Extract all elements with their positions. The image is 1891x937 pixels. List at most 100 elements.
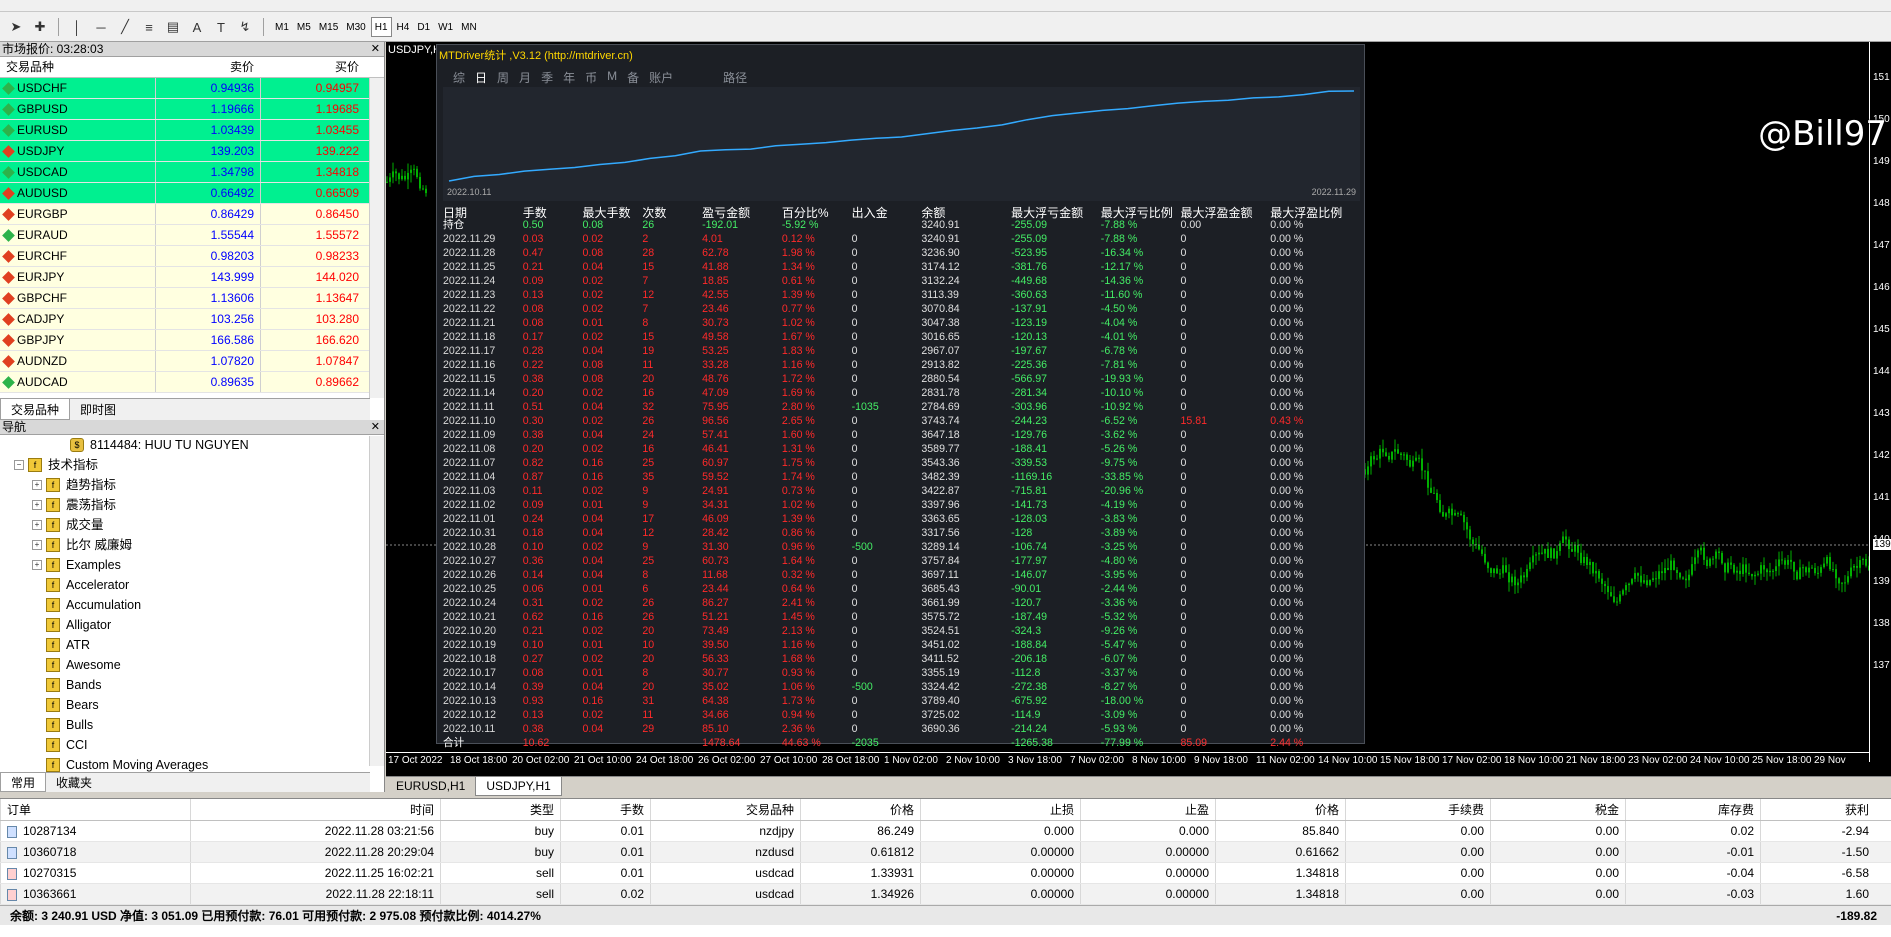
tab-eurusd-chart[interactable]: EURUSD,H1 (386, 777, 475, 796)
stats-tab[interactable]: 币 (585, 69, 597, 86)
tab-symbols[interactable]: 交易品种 (0, 399, 71, 420)
market-watch-row[interactable]: AUDUSD 0.66492 0.66509 (0, 183, 384, 204)
stats-tab[interactable]: 路径 (723, 69, 747, 86)
market-watch-scrollbar[interactable] (369, 78, 384, 398)
orders-column-header[interactable]: 止损 (920, 799, 1080, 820)
bid-column-header[interactable]: 卖价 (155, 57, 260, 77)
timeframe-button-m1[interactable]: M1 (272, 17, 292, 37)
navigator-item[interactable]: f Bands (0, 675, 384, 695)
text-label-icon[interactable]: T (211, 17, 231, 37)
market-watch-row[interactable]: USDCAD 1.34798 1.34818 (0, 162, 384, 183)
candle-body (1514, 576, 1516, 586)
orders-column-header[interactable]: 手数 (560, 799, 650, 820)
market-watch-row[interactable]: EURUSD 1.03439 1.03455 (0, 120, 384, 141)
text-icon[interactable]: A (187, 17, 207, 37)
navigator-item[interactable]: − f 技术指标 (0, 455, 384, 475)
orders-column-header[interactable]: 手续费 (1345, 799, 1490, 820)
fibonacci-icon[interactable]: ▤ (163, 17, 183, 37)
timeframe-button-m30[interactable]: M30 (343, 17, 368, 37)
market-watch-row[interactable]: EURCHF 0.98203 0.98233 (0, 246, 384, 267)
stats-tab[interactable]: 年 (563, 69, 575, 86)
navigator-item[interactable]: + f 比尔 威廉姆 (0, 535, 384, 555)
market-watch-row[interactable]: AUDCAD 0.89635 0.89662 (0, 372, 384, 393)
navigator-item[interactable]: f Awesome (0, 655, 384, 675)
stats-tab[interactable]: 季 (541, 69, 553, 86)
order-row[interactable]: 10363661 2022.11.28 22:18:11 sell 0.02 usdca… (0, 884, 1891, 905)
navigator-item[interactable]: f Bulls (0, 715, 384, 735)
navigator-item[interactable]: f CCI (0, 735, 384, 755)
orders-column-header[interactable]: 价格 (800, 799, 920, 820)
close-icon[interactable]: ✕ (371, 42, 380, 57)
stats-cell: 20 (642, 653, 655, 665)
expand-icon[interactable]: + (32, 560, 42, 570)
market-watch-row[interactable]: GBPJPY 166.586 166.620 (0, 330, 384, 351)
orders-column-header[interactable]: 税金 (1490, 799, 1625, 820)
market-watch-row[interactable]: EURAUD 1.55544 1.55572 (0, 225, 384, 246)
tab-common[interactable]: 常用 (0, 773, 47, 792)
stats-tab[interactable]: 备 (627, 69, 639, 86)
navigator-item[interactable]: + f Examples (0, 555, 384, 575)
expand-icon[interactable]: + (32, 540, 42, 550)
navigator-item[interactable]: + f 趋势指标 (0, 475, 384, 495)
arrow-icon[interactable]: ↯ (235, 17, 255, 37)
timeframe-button-d1[interactable]: D1 (414, 17, 433, 37)
orders-column-header[interactable]: 时间 (190, 799, 440, 820)
stats-tab[interactable]: 日 (475, 69, 487, 86)
market-watch-row[interactable]: GBPCHF 1.13606 1.13647 (0, 288, 384, 309)
market-watch-row[interactable]: CADJPY 103.256 103.280 (0, 309, 384, 330)
expand-icon[interactable]: + (32, 480, 42, 490)
horizontal-line-icon[interactable]: ─ (91, 17, 111, 37)
navigator-item[interactable]: f ATR (0, 635, 384, 655)
timeframe-button-w1[interactable]: W1 (435, 17, 456, 37)
orders-column-header[interactable]: 订单 (0, 799, 190, 820)
timeframe-button-h1[interactable]: H1 (370, 17, 392, 37)
order-row[interactable]: 10360718 2022.11.28 20:29:04 buy 0.01 nzdusd… (0, 842, 1891, 863)
market-watch-row[interactable]: GBPUSD 1.19666 1.19685 (0, 99, 384, 120)
tab-usdjpy-chart[interactable]: USDJPY,H1 (475, 777, 562, 796)
market-watch-row[interactable]: EURJPY 143.999 144.020 (0, 267, 384, 288)
market-watch-row[interactable]: USDJPY 139.203 139.222 (0, 141, 384, 162)
tab-tick-chart[interactable]: 即时图 (70, 399, 126, 420)
stats-tab[interactable]: 月 (519, 69, 531, 86)
account-item[interactable]: $ 8114484: HUU TU NGUYEN (0, 435, 384, 455)
navigator-scrollbar[interactable] (369, 436, 384, 766)
expand-icon[interactable]: + (32, 500, 42, 510)
timeframe-button-m15[interactable]: M15 (316, 17, 341, 37)
expand-icon[interactable]: + (32, 520, 42, 530)
timeframe-button-mn[interactable]: MN (458, 17, 480, 37)
close-icon[interactable]: ✕ (371, 420, 380, 435)
cursor-icon[interactable]: ➤ (6, 17, 26, 37)
vertical-line-icon[interactable]: │ (67, 17, 87, 37)
stats-tab[interactable]: 综 (453, 69, 465, 86)
navigator-item[interactable]: f Accumulation (0, 595, 384, 615)
navigator-item[interactable]: f Alligator (0, 615, 384, 635)
timeframe-button-h4[interactable]: H4 (394, 17, 413, 37)
navigator-item[interactable]: + f 震荡指标 (0, 495, 384, 515)
order-row[interactable]: 10270315 2022.11.25 16:02:21 sell 0.01 usdca… (0, 863, 1891, 884)
orders-column-header[interactable]: 止盈 (1080, 799, 1215, 820)
stats-tab[interactable]: 账户 (649, 69, 673, 86)
market-watch-row[interactable]: AUDNZD 1.07820 1.07847 (0, 351, 384, 372)
navigator-item[interactable]: + f 成交量 (0, 515, 384, 535)
orders-column-header[interactable]: 库存费 (1625, 799, 1760, 820)
crosshair-icon[interactable]: ✚ (30, 17, 50, 37)
market-watch-row[interactable]: USDCHF 0.94936 0.94957 (0, 78, 384, 99)
expand-icon[interactable]: − (14, 460, 24, 470)
channel-icon[interactable]: ≡ (139, 17, 159, 37)
market-watch-row[interactable]: EURGBP 0.86429 0.86450 (0, 204, 384, 225)
order-row[interactable]: 10287134 2022.11.28 03:21:56 buy 0.01 nzdjpy… (0, 821, 1891, 842)
orders-column-header[interactable]: 价格 (1215, 799, 1345, 820)
navigator-item[interactable]: f Accelerator (0, 575, 384, 595)
stats-tab[interactable]: M (607, 69, 617, 86)
trendline-icon[interactable]: ╱ (115, 17, 135, 37)
orders-column-header[interactable]: 获利 (1760, 799, 1875, 820)
ask-column-header[interactable]: 买价 (260, 57, 365, 77)
stats-tab[interactable]: 周 (497, 69, 509, 86)
orders-column-header[interactable]: 类型 (440, 799, 560, 820)
navigator-item[interactable]: f Bears (0, 695, 384, 715)
orders-column-header[interactable]: 交易品种 (650, 799, 800, 820)
timeframe-button-m5[interactable]: M5 (294, 17, 314, 37)
symbol-column-header[interactable]: 交易品种 (0, 57, 155, 77)
account-label: 8114484: HUU TU NGUYEN (90, 438, 249, 452)
tab-favorites[interactable]: 收藏夹 (46, 773, 102, 792)
